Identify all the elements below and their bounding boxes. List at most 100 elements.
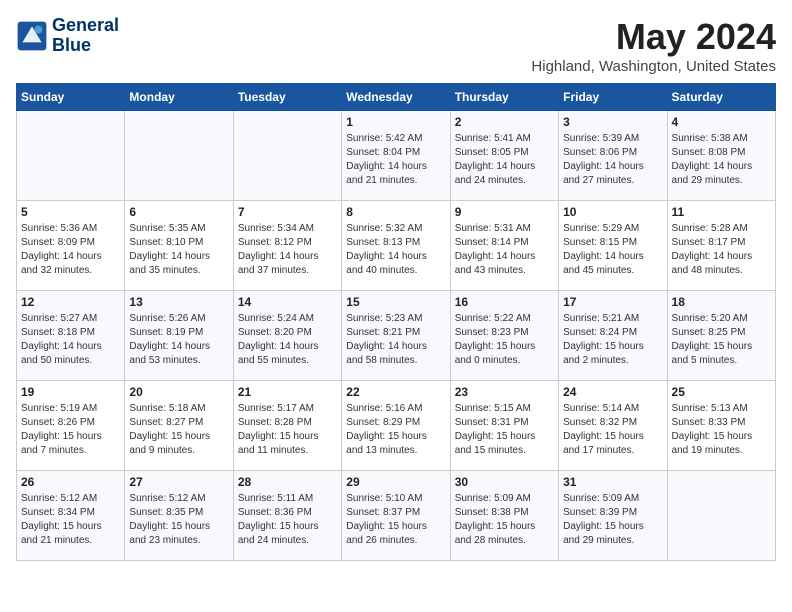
day-info: Sunrise: 5:15 AM Sunset: 8:31 PM Dayligh…	[455, 402, 554, 458]
day-number: 23	[455, 385, 554, 399]
calendar-day-cell: 13 Sunrise: 5:26 AM Sunset: 8:19 PM Dayli…	[125, 291, 233, 381]
logo: General Blue	[16, 16, 119, 56]
day-info: Sunrise: 5:41 AM Sunset: 8:05 PM Dayligh…	[455, 132, 554, 188]
calendar-day-cell: 3 Sunrise: 5:39 AM Sunset: 8:06 PM Daylig…	[559, 111, 667, 201]
calendar-day-cell: 18 Sunrise: 5:20 AM Sunset: 8:25 PM Dayli…	[667, 291, 775, 381]
calendar-table: SundayMondayTuesdayWednesdayThursdayFrid…	[16, 83, 776, 561]
calendar-day-cell: 19 Sunrise: 5:19 AM Sunset: 8:26 PM Dayli…	[17, 381, 125, 471]
calendar-day-cell	[667, 471, 775, 561]
day-info: Sunrise: 5:17 AM Sunset: 8:28 PM Dayligh…	[238, 402, 337, 458]
day-number: 24	[563, 385, 662, 399]
day-number: 11	[672, 205, 771, 219]
calendar-day-cell: 4 Sunrise: 5:38 AM Sunset: 8:08 PM Daylig…	[667, 111, 775, 201]
day-number: 14	[238, 295, 337, 309]
day-info: Sunrise: 5:29 AM Sunset: 8:15 PM Dayligh…	[563, 222, 662, 278]
calendar-day-cell: 28 Sunrise: 5:11 AM Sunset: 8:36 PM Dayli…	[233, 471, 341, 561]
weekday-header-cell: Friday	[559, 84, 667, 111]
page-header: General Blue May 2024 Highland, Washingt…	[16, 16, 776, 75]
calendar-day-cell: 8Sunrise: 5:32 AM Sunset: 8:13 PM Daylig…	[342, 201, 450, 291]
calendar-day-cell	[233, 111, 341, 201]
day-info: Sunrise: 5:34 AM Sunset: 8:12 PM Dayligh…	[238, 222, 337, 278]
calendar-week-row: 5Sunrise: 5:36 AM Sunset: 8:09 PM Daylig…	[17, 201, 776, 291]
day-info: Sunrise: 5:12 AM Sunset: 8:34 PM Dayligh…	[21, 492, 120, 548]
day-info: Sunrise: 5:36 AM Sunset: 8:09 PM Dayligh…	[21, 222, 120, 278]
calendar-day-cell: 21 Sunrise: 5:17 AM Sunset: 8:28 PM Dayli…	[233, 381, 341, 471]
day-info: Sunrise: 5:26 AM Sunset: 8:19 PM Dayligh…	[129, 312, 228, 368]
calendar-day-cell: 15Sunrise: 5:23 AM Sunset: 8:21 PM Dayli…	[342, 291, 450, 381]
title-area: May 2024 Highland, Washington, United St…	[531, 16, 776, 75]
day-info: Sunrise: 5:10 AM Sunset: 8:37 PM Dayligh…	[346, 492, 445, 548]
day-info: Sunrise: 5:14 AM Sunset: 8:32 PM Dayligh…	[563, 402, 662, 458]
calendar-day-cell: 23 Sunrise: 5:15 AM Sunset: 8:31 PM Dayli…	[450, 381, 558, 471]
weekday-header-cell: Tuesday	[233, 84, 341, 111]
day-info: Sunrise: 5:11 AM Sunset: 8:36 PM Dayligh…	[238, 492, 337, 548]
calendar-day-cell: 27 Sunrise: 5:12 AM Sunset: 8:35 PM Dayli…	[125, 471, 233, 561]
day-info: Sunrise: 5:22 AM Sunset: 8:23 PM Dayligh…	[455, 312, 554, 368]
day-number: 7	[238, 205, 337, 219]
calendar-day-cell: 20 Sunrise: 5:18 AM Sunset: 8:27 PM Dayli…	[125, 381, 233, 471]
day-info: Sunrise: 5:09 AM Sunset: 8:38 PM Dayligh…	[455, 492, 554, 548]
day-number: 21	[238, 385, 337, 399]
day-number: 2	[455, 115, 554, 129]
month-title: May 2024	[531, 16, 776, 58]
day-number: 19	[21, 385, 120, 399]
calendar-day-cell: 25 Sunrise: 5:13 AM Sunset: 8:33 PM Dayli…	[667, 381, 775, 471]
day-number: 20	[129, 385, 228, 399]
day-number: 16	[455, 295, 554, 309]
day-info: Sunrise: 5:20 AM Sunset: 8:25 PM Dayligh…	[672, 312, 771, 368]
day-number: 8	[346, 205, 445, 219]
day-info: Sunrise: 5:42 AM Sunset: 8:04 PM Dayligh…	[346, 132, 445, 188]
weekday-header-cell: Wednesday	[342, 84, 450, 111]
day-info: Sunrise: 5:19 AM Sunset: 8:26 PM Dayligh…	[21, 402, 120, 458]
logo-text: General Blue	[52, 16, 119, 56]
day-number: 27	[129, 475, 228, 489]
calendar-day-cell: 10 Sunrise: 5:29 AM Sunset: 8:15 PM Dayli…	[559, 201, 667, 291]
day-info: Sunrise: 5:39 AM Sunset: 8:06 PM Dayligh…	[563, 132, 662, 188]
day-number: 25	[672, 385, 771, 399]
day-number: 30	[455, 475, 554, 489]
day-info: Sunrise: 5:09 AM Sunset: 8:39 PM Dayligh…	[563, 492, 662, 548]
calendar-day-cell: 29 Sunrise: 5:10 AM Sunset: 8:37 PM Dayli…	[342, 471, 450, 561]
day-number: 10	[563, 205, 662, 219]
day-info: Sunrise: 5:31 AM Sunset: 8:14 PM Dayligh…	[455, 222, 554, 278]
logo-icon	[16, 20, 48, 52]
day-number: 1	[346, 115, 445, 129]
day-number: 3	[563, 115, 662, 129]
day-info: Sunrise: 5:28 AM Sunset: 8:17 PM Dayligh…	[672, 222, 771, 278]
day-number: 13	[129, 295, 228, 309]
calendar-week-row: 12 Sunrise: 5:27 AM Sunset: 8:18 PM Dayli…	[17, 291, 776, 381]
day-info: Sunrise: 5:16 AM Sunset: 8:29 PM Dayligh…	[346, 402, 445, 458]
day-info: Sunrise: 5:38 AM Sunset: 8:08 PM Dayligh…	[672, 132, 771, 188]
weekday-header-cell: Monday	[125, 84, 233, 111]
calendar-day-cell: 1 Sunrise: 5:42 AM Sunset: 8:04 PM Daylig…	[342, 111, 450, 201]
day-number: 22	[346, 385, 445, 399]
day-info: Sunrise: 5:18 AM Sunset: 8:27 PM Dayligh…	[129, 402, 228, 458]
calendar-day-cell: 12 Sunrise: 5:27 AM Sunset: 8:18 PM Dayli…	[17, 291, 125, 381]
day-number: 18	[672, 295, 771, 309]
day-info: Sunrise: 5:35 AM Sunset: 8:10 PM Dayligh…	[129, 222, 228, 278]
calendar-day-cell: 11 Sunrise: 5:28 AM Sunset: 8:17 PM Dayli…	[667, 201, 775, 291]
calendar-day-cell: 7 Sunrise: 5:34 AM Sunset: 8:12 PM Daylig…	[233, 201, 341, 291]
calendar-day-cell: 2 Sunrise: 5:41 AM Sunset: 8:05 PM Daylig…	[450, 111, 558, 201]
day-info: Sunrise: 5:27 AM Sunset: 8:18 PM Dayligh…	[21, 312, 120, 368]
day-info: Sunrise: 5:21 AM Sunset: 8:24 PM Dayligh…	[563, 312, 662, 368]
calendar-week-row: 26Sunrise: 5:12 AM Sunset: 8:34 PM Dayli…	[17, 471, 776, 561]
day-number: 28	[238, 475, 337, 489]
day-info: Sunrise: 5:12 AM Sunset: 8:35 PM Dayligh…	[129, 492, 228, 548]
weekday-header-cell: Saturday	[667, 84, 775, 111]
calendar-day-cell: 30 Sunrise: 5:09 AM Sunset: 8:38 PM Dayli…	[450, 471, 558, 561]
day-number: 6	[129, 205, 228, 219]
day-info: Sunrise: 5:13 AM Sunset: 8:33 PM Dayligh…	[672, 402, 771, 458]
weekday-header-cell: Thursday	[450, 84, 558, 111]
day-number: 29	[346, 475, 445, 489]
calendar-day-cell: 9Sunrise: 5:31 AM Sunset: 8:14 PM Daylig…	[450, 201, 558, 291]
calendar-day-cell	[125, 111, 233, 201]
day-number: 4	[672, 115, 771, 129]
day-info: Sunrise: 5:24 AM Sunset: 8:20 PM Dayligh…	[238, 312, 337, 368]
calendar-day-cell: 17Sunrise: 5:21 AM Sunset: 8:24 PM Dayli…	[559, 291, 667, 381]
calendar-day-cell: 26Sunrise: 5:12 AM Sunset: 8:34 PM Dayli…	[17, 471, 125, 561]
calendar-week-row: 1 Sunrise: 5:42 AM Sunset: 8:04 PM Daylig…	[17, 111, 776, 201]
day-number: 15	[346, 295, 445, 309]
day-number: 12	[21, 295, 120, 309]
calendar-day-cell: 16 Sunrise: 5:22 AM Sunset: 8:23 PM Dayli…	[450, 291, 558, 381]
